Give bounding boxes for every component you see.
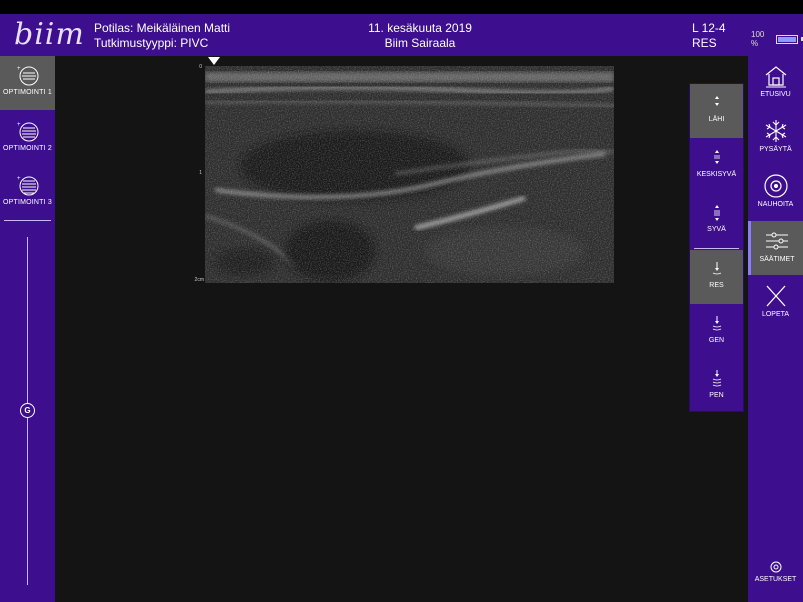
header-bar: biim Potilas: Meikäläinen Matti Tutkimus… [0, 14, 803, 56]
pen-mode-label: PEN [709, 392, 724, 399]
depth-mode-panel: LÄHI KESKISYVÄ SYVÄ RES GEN PEN [689, 83, 744, 412]
freeze-label: PYSÄYTÄ [759, 146, 792, 153]
depth-label-0: 0 [199, 64, 202, 70]
ultrasound-image[interactable] [205, 66, 614, 283]
optimize-icon: + [17, 176, 38, 196]
gear-icon [770, 561, 781, 573]
freeze-button[interactable]: PYSÄYTÄ [748, 111, 803, 165]
record-icon [763, 174, 788, 198]
record-button[interactable]: NAUHOITA [748, 166, 803, 220]
res-mode-button[interactable]: RES [690, 250, 743, 304]
optimize-2-button[interactable]: + OPTIMOINTI 2 [0, 112, 55, 166]
depth-near-label: LÄHI [708, 116, 725, 123]
patient-info: Potilas: Meikäläinen Matti Tutkimustyypp… [94, 21, 230, 51]
top-status-strip [0, 0, 803, 14]
optimize-3-label: OPTIMOINTI 3 [2, 199, 53, 206]
sidebar-divider [4, 220, 51, 221]
right-sidebar: ETUSIVU PYSÄYTÄ NAUHOITA SÄÄTIMET LOPETA… [748, 56, 803, 602]
depth-mid-icon [713, 150, 720, 164]
battery-icon [776, 34, 799, 44]
hospital-name: Biim Sairaala [384, 36, 456, 50]
depth-label-2cm: 2cm [194, 277, 204, 283]
settings-button[interactable]: ASETUKSET [748, 556, 803, 596]
focus-marker[interactable] [208, 57, 220, 65]
pen-mode-button[interactable]: PEN [690, 360, 743, 414]
probe-model: L 12-4 [692, 21, 726, 35]
controls-button[interactable]: SÄÄTIMET [748, 221, 803, 275]
biim-logo: biim [14, 17, 85, 52]
sliders-icon [766, 232, 788, 250]
depth-mid-button[interactable]: KESKISYVÄ [690, 139, 743, 193]
depth-deep-label: SYVÄ [707, 226, 726, 233]
optimize-icon: + [17, 66, 38, 86]
probe-info: L 12-4 RES [692, 21, 726, 51]
optimize-3-button[interactable]: + OPTIMOINTI 3 [0, 166, 55, 220]
exam-type: Tutkimustyyppi: PIVC [94, 36, 209, 50]
res-icon [712, 262, 721, 275]
pen-icon [712, 370, 721, 387]
depth-near-icon [714, 96, 719, 106]
svg-text:+: + [17, 176, 21, 182]
battery-status: 100 % [751, 30, 803, 48]
battery-percent: 100 % [751, 30, 765, 48]
imaging-mode: RES [692, 36, 717, 50]
depth-near-button[interactable]: LÄHI [690, 84, 743, 138]
gen-mode-label: GEN [708, 337, 725, 344]
freeze-icon [765, 120, 786, 142]
record-label: NAUHOITA [757, 201, 794, 208]
settings-label: ASETUKSET [754, 576, 797, 583]
res-mode-label: RES [709, 282, 724, 289]
patient-name: Potilas: Meikäläinen Matti [94, 21, 231, 35]
svg-text:+: + [17, 122, 21, 128]
gen-mode-button[interactable]: GEN [690, 305, 743, 359]
date-hospital-info: 11. kesäkuuta 2019 Biim Sairaala [330, 21, 510, 51]
controls-label: SÄÄTIMET [759, 256, 795, 263]
svg-text:+: + [17, 66, 21, 72]
gen-icon [712, 316, 721, 331]
gain-slider-handle[interactable]: G [20, 403, 35, 418]
stop-button[interactable]: LOPETA [748, 276, 803, 330]
depth-deep-icon [713, 205, 720, 221]
depth-deep-button[interactable]: SYVÄ [690, 194, 743, 248]
panel-divider [694, 248, 739, 249]
left-sidebar: + OPTIMOINTI 1 + OPTIMOINTI 2 + OPTIMOIN… [0, 56, 55, 602]
optimize-1-button[interactable]: + OPTIMOINTI 1 [0, 56, 55, 110]
ultrasound-scan-graphic [205, 66, 614, 283]
stop-label: LOPETA [761, 311, 790, 318]
optimize-2-label: OPTIMOINTI 2 [2, 145, 53, 152]
home-button[interactable]: ETUSIVU [748, 56, 803, 110]
exam-date: 11. kesäkuuta 2019 [368, 21, 472, 35]
depth-mid-label: KESKISYVÄ [696, 171, 737, 178]
depth-label-1: 1 [199, 170, 202, 176]
optimize-icon: + [17, 122, 38, 142]
home-label: ETUSIVU [760, 91, 791, 98]
home-icon [765, 66, 786, 88]
optimize-1-label: OPTIMOINTI 1 [2, 89, 53, 96]
close-icon [766, 285, 785, 307]
